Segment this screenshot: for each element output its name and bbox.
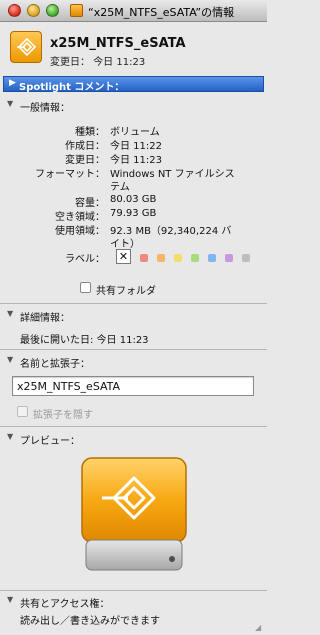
label-purple[interactable] — [225, 254, 233, 262]
capacity-value: 80.03 GB — [110, 194, 157, 205]
divider — [0, 349, 267, 350]
section-more-info[interactable]: ▼ 詳細情報： — [0, 307, 267, 324]
kind-label: 種類： — [75, 127, 105, 138]
label-blue[interactable] — [208, 254, 216, 262]
label-yellow[interactable] — [174, 254, 182, 262]
created-value: 今日 11:22 — [110, 141, 162, 152]
drive-icon — [70, 4, 83, 17]
last-opened: 最後に開いた日: 今日 11:23 — [20, 335, 149, 346]
section-title: 共有とアクセス権： — [20, 599, 110, 610]
section-title: 名前と拡張子： — [20, 359, 90, 370]
section-preview[interactable]: ▼ プレビュー： — [0, 430, 267, 447]
label-title: ラベル： — [65, 254, 105, 265]
used-value-continued: イト） — [110, 239, 140, 250]
permission-status: 読み出し／書き込みができます — [20, 616, 160, 627]
format-label: フォーマット： — [35, 169, 105, 180]
disclosure-triangle-down-icon: ▼ — [7, 355, 14, 364]
section-title: 一般情報： — [20, 103, 70, 114]
divider — [0, 590, 267, 591]
close-button[interactable] — [8, 4, 21, 17]
disclosure-triangle-right-icon: ▶ — [9, 78, 16, 88]
title-bar: “x25M_NTFS_eSATA”の情報 — [0, 0, 267, 22]
disclosure-triangle-down-icon: ▼ — [7, 595, 14, 604]
section-sharing-permissions[interactable]: ▼ 共有とアクセス権： — [0, 593, 267, 610]
drive-icon — [10, 31, 42, 63]
created-label: 作成日： — [65, 141, 105, 152]
minimize-button[interactable] — [27, 4, 40, 17]
divider — [0, 303, 267, 304]
modified-label: 変更日： — [65, 155, 105, 166]
external-drive-icon — [81, 457, 187, 571]
volume-name: x25M_NTFS_eSATA — [50, 36, 186, 51]
used-label: 使用領域： — [55, 226, 105, 237]
shared-folder-checkbox[interactable] — [80, 282, 91, 293]
modified-date: 変更日： 今日 11:23 — [50, 57, 146, 68]
divider — [0, 426, 267, 427]
kind-value: ボリューム — [110, 127, 160, 138]
available-value: 79.93 GB — [110, 208, 157, 219]
modified-value: 今日 11:23 — [110, 155, 162, 166]
spotlight-comments-section[interactable]: ▶ Spotlight コメント： — [3, 76, 264, 93]
label-red[interactable] — [140, 254, 148, 262]
disclosure-triangle-down-icon: ▼ — [7, 99, 14, 108]
label-gray[interactable] — [242, 254, 250, 262]
shared-folder-label: 共有フォルダ — [96, 286, 156, 297]
spotlight-label: Spotlight コメント： — [19, 82, 125, 93]
zoom-button[interactable] — [46, 4, 59, 17]
section-general-info[interactable]: ▼ 一般情報： — [0, 97, 267, 114]
info-header: x25M_NTFS_eSATA 変更日： 今日 11:23 — [0, 23, 267, 75]
section-title: 詳細情報： — [20, 313, 70, 324]
window-title: “x25M_NTFS_eSATA”の情報 — [88, 6, 235, 19]
disclosure-triangle-down-icon: ▼ — [7, 432, 14, 441]
hide-extension-label: 拡張子を隠す — [33, 410, 93, 421]
disclosure-triangle-down-icon: ▼ — [7, 309, 14, 318]
label-none-button[interactable]: ✕ — [116, 249, 131, 264]
capacity-label: 容量： — [75, 198, 105, 209]
available-label: 空き領域： — [55, 212, 105, 223]
label-green[interactable] — [191, 254, 199, 262]
name-field[interactable]: x25M_NTFS_eSATA — [12, 376, 254, 396]
label-orange[interactable] — [157, 254, 165, 262]
section-name-extension[interactable]: ▼ 名前と拡張子： — [0, 353, 267, 370]
section-title: プレビュー： — [20, 436, 80, 447]
resize-handle-icon[interactable]: ◢ — [255, 623, 265, 633]
format-value-continued: テム — [110, 182, 130, 193]
hide-extension-checkbox[interactable] — [17, 406, 28, 417]
